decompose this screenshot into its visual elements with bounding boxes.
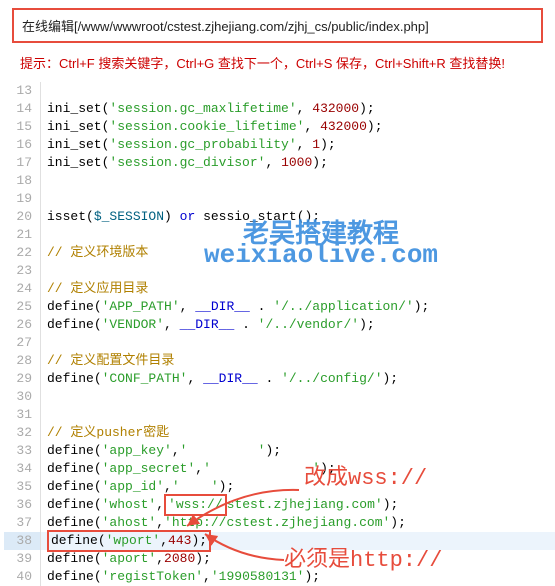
code-line[interactable]: 40define('registToken','1990580131'); — [4, 568, 555, 586]
code-content[interactable]: ini_set('session.gc_probability', 1); — [41, 136, 336, 154]
line-number: 17 — [4, 154, 41, 172]
code-content[interactable]: define('whost','wss://stest.zjhejiang.co… — [41, 496, 398, 514]
line-number: 33 — [4, 442, 41, 460]
code-line[interactable]: 24// 定义应用目录 — [4, 280, 555, 298]
line-number: 31 — [4, 406, 41, 424]
line-number: 18 — [4, 172, 41, 190]
line-number: 37 — [4, 514, 41, 532]
code-content[interactable]: define('aport',2080); — [41, 550, 211, 568]
line-number: 26 — [4, 316, 41, 334]
line-number: 20 — [4, 208, 41, 226]
line-number: 34 — [4, 460, 41, 478]
code-content[interactable]: define('app_key',' '); — [41, 442, 281, 460]
code-line[interactable]: 39define('aport',2080); — [4, 550, 555, 568]
code-content[interactable]: define('CONF_PATH', __DIR__ . '/../confi… — [41, 370, 398, 388]
code-line[interactable]: 20isset($_SESSION) or sessio_start(); — [4, 208, 555, 226]
code-line[interactable]: 18 — [4, 172, 555, 190]
line-number: 24 — [4, 280, 41, 298]
code-line[interactable]: 30 — [4, 388, 555, 406]
code-line[interactable]: 38define('wport',443); — [4, 532, 555, 550]
code-line[interactable]: 34define('app_secret',' '); — [4, 460, 555, 478]
line-number: 39 — [4, 550, 41, 568]
shortcut-tip: 提示：Ctrl+F 搜索关键字，Ctrl+G 查找下一个，Ctrl+S 保存，C… — [20, 53, 555, 72]
code-line[interactable]: 14ini_set('session.gc_maxlifetime', 4320… — [4, 100, 555, 118]
code-editor[interactable]: 1314ini_set('session.gc_maxlifetime', 43… — [4, 82, 555, 586]
line-number: 30 — [4, 388, 41, 406]
line-number: 36 — [4, 496, 41, 514]
code-line[interactable]: 25define('APP_PATH', __DIR__ . '/../appl… — [4, 298, 555, 316]
line-number: 22 — [4, 244, 41, 262]
code-line[interactable]: 22// 定义环境版本 — [4, 244, 555, 262]
code-content[interactable] — [41, 190, 47, 208]
line-number: 28 — [4, 352, 41, 370]
code-content[interactable]: define('APP_PATH', __DIR__ . '/../applic… — [41, 298, 429, 316]
line-number: 29 — [4, 370, 41, 388]
code-content[interactable]: define('VENDOR', __DIR__ . '/../vendor/'… — [41, 316, 375, 334]
code-content[interactable]: isset($_SESSION) or sessio_start(); — [41, 208, 320, 226]
code-line[interactable]: 16ini_set('session.gc_probability', 1); — [4, 136, 555, 154]
code-line[interactable]: 21 — [4, 226, 555, 244]
line-number: 35 — [4, 478, 41, 496]
code-line[interactable]: 35define('app_id',' '); — [4, 478, 555, 496]
line-number: 14 — [4, 100, 41, 118]
line-number: 23 — [4, 262, 41, 280]
code-content[interactable]: define('wport',443); — [41, 532, 211, 550]
code-content[interactable] — [41, 406, 47, 424]
code-content[interactable]: // 定义应用目录 — [41, 280, 148, 298]
code-line[interactable]: 27 — [4, 334, 555, 352]
line-number: 40 — [4, 568, 41, 586]
code-line[interactable]: 28// 定义配置文件目录 — [4, 352, 555, 370]
line-number: 21 — [4, 226, 41, 244]
code-content[interactable]: // 定义pusher密匙 — [41, 424, 169, 442]
code-content[interactable] — [41, 262, 47, 280]
line-number: 32 — [4, 424, 41, 442]
code-line[interactable]: 23 — [4, 262, 555, 280]
file-path-header: 在线编辑[/www/wwwroot/cstest.zjhejiang.com/z… — [12, 8, 543, 43]
code-content[interactable] — [41, 172, 47, 190]
line-number: 16 — [4, 136, 41, 154]
code-content[interactable]: define('registToken','1990580131'); — [41, 568, 320, 586]
line-number: 38 — [4, 532, 41, 550]
code-content[interactable]: // 定义配置文件目录 — [41, 352, 174, 370]
line-number: 27 — [4, 334, 41, 352]
line-number: 15 — [4, 118, 41, 136]
code-line[interactable]: 26define('VENDOR', __DIR__ . '/../vendor… — [4, 316, 555, 334]
code-line[interactable]: 17ini_set('session.gc_divisor', 1000); — [4, 154, 555, 172]
code-content[interactable]: ini_set('session.gc_divisor', 1000); — [41, 154, 328, 172]
line-number: 13 — [4, 82, 41, 100]
code-content[interactable]: ini_set('session.cookie_lifetime', 43200… — [41, 118, 383, 136]
code-content[interactable] — [41, 82, 47, 100]
code-line[interactable]: 32// 定义pusher密匙 — [4, 424, 555, 442]
code-line[interactable]: 31 — [4, 406, 555, 424]
code-line[interactable]: 19 — [4, 190, 555, 208]
line-number: 25 — [4, 298, 41, 316]
code-content[interactable] — [41, 388, 47, 406]
code-line[interactable]: 36define('whost','wss://stest.zjhejiang.… — [4, 496, 555, 514]
code-content[interactable]: define('app_secret',' '); — [41, 460, 336, 478]
line-number: 19 — [4, 190, 41, 208]
code-line[interactable]: 33define('app_key',' '); — [4, 442, 555, 460]
code-content[interactable] — [41, 226, 47, 244]
code-content[interactable]: ini_set('session.gc_maxlifetime', 432000… — [41, 100, 375, 118]
code-line[interactable]: 13 — [4, 82, 555, 100]
tip-text: 提示：Ctrl+F 搜索关键字，Ctrl+G 查找下一个，Ctrl+S 保存，C… — [20, 56, 505, 71]
code-line[interactable]: 29define('CONF_PATH', __DIR__ . '/../con… — [4, 370, 555, 388]
code-line[interactable]: 15ini_set('session.cookie_lifetime', 432… — [4, 118, 555, 136]
file-path-text: 在线编辑[/www/wwwroot/cstest.zjhejiang.com/z… — [22, 19, 429, 34]
code-content[interactable]: // 定义环境版本 — [41, 244, 148, 262]
code-content[interactable] — [41, 334, 47, 352]
